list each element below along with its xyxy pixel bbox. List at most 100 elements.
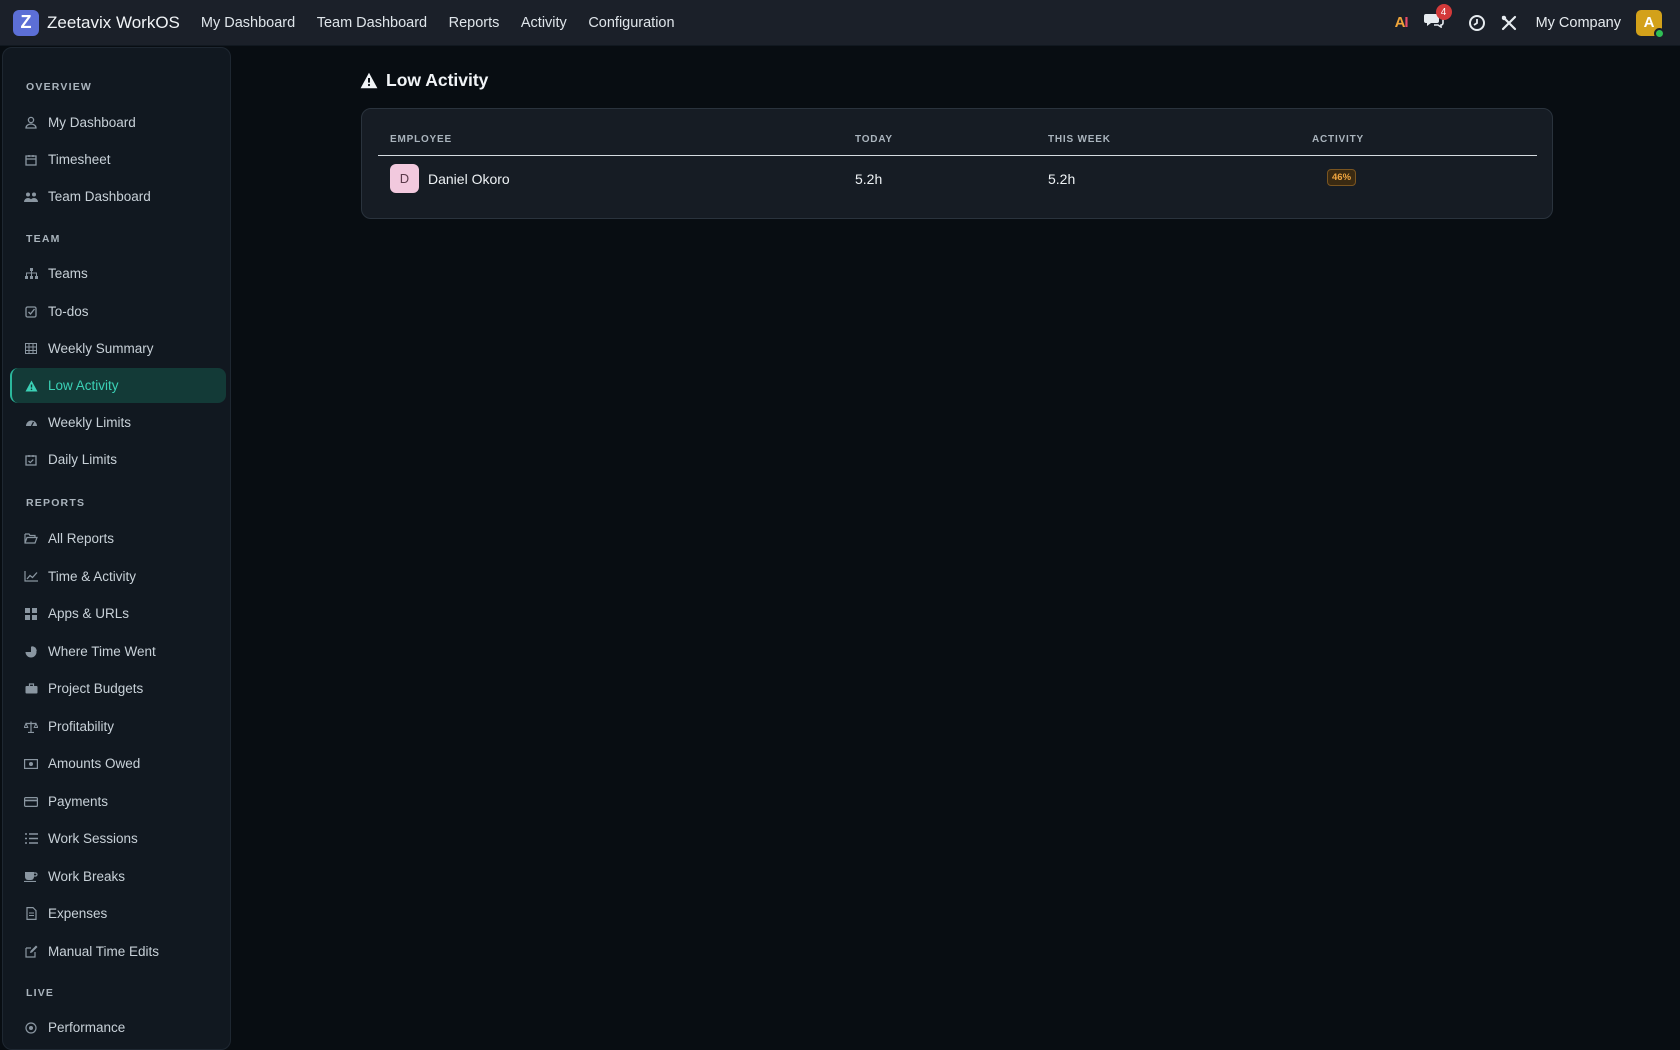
tools-icon: [1501, 15, 1516, 30]
calendar-icon: [24, 153, 38, 167]
low-activity-table: EMPLOYEE TODAY THIS WEEK ACTIVITY D Dani…: [361, 108, 1553, 219]
sidebar-item-label: Amounts Owed: [48, 756, 141, 771]
sidebar-item-project-budgets[interactable]: Project Budgets: [10, 671, 226, 706]
sidebar-item-label: Profitability: [48, 719, 115, 734]
sidebar-item-label: Teams: [48, 266, 88, 281]
today-hours: 5.2h: [855, 171, 883, 187]
sidebar-item-profitability[interactable]: Profitability: [10, 709, 226, 744]
column-header-today[interactable]: TODAY: [855, 134, 893, 145]
sidebar-item-label: Weekly Summary: [48, 341, 154, 356]
sidebar-item-performance[interactable]: Performance: [10, 1010, 226, 1045]
nav-reports[interactable]: Reports: [449, 15, 500, 31]
gauge-icon: [24, 416, 38, 430]
pie-chart-icon: [24, 645, 38, 659]
section-label-reports: REPORTS: [26, 497, 86, 509]
sidebar-item-label: Low Activity: [48, 378, 119, 393]
list-icon: [24, 832, 38, 846]
page-title: Low Activity: [360, 70, 488, 91]
sidebar-item-time-activity[interactable]: Time & Activity: [10, 559, 226, 594]
sidebar-item-amounts-owed[interactable]: Amounts Owed: [10, 746, 226, 781]
brand[interactable]: Z Zeetavix WorkOS: [13, 9, 180, 36]
sidebar-item-label: My Dashboard: [48, 115, 136, 130]
employee-avatar: D: [390, 164, 419, 193]
coffee-icon: [24, 870, 38, 884]
sidebar-item-label: Project Budgets: [48, 681, 144, 696]
chat-badge: 4: [1435, 4, 1452, 20]
sidebar-item-timesheet[interactable]: Timesheet: [10, 142, 226, 177]
edit-icon: [24, 945, 38, 959]
warning-icon: [24, 379, 38, 393]
sidebar-item-payments[interactable]: Payments: [10, 784, 226, 819]
column-header-activity[interactable]: ACTIVITY: [1312, 134, 1364, 145]
file-icon: [24, 907, 38, 921]
company-selector[interactable]: My Company: [1536, 15, 1621, 31]
app-logo-icon: Z: [13, 9, 39, 36]
money-icon: [24, 757, 38, 771]
sidebar-item-label: Payments: [48, 794, 109, 809]
sidebar-item-label: Work Sessions: [48, 831, 138, 846]
sidebar-item-my-dashboard[interactable]: My Dashboard: [10, 105, 226, 140]
sidebar-item-work-breaks[interactable]: Work Breaks: [10, 859, 226, 894]
table-icon: [24, 342, 38, 356]
sidebar: OVERVIEW My Dashboard Timesheet Team Das…: [2, 47, 231, 1050]
sidebar-item-weekly-limits[interactable]: Weekly Limits: [10, 405, 226, 440]
ai-icon[interactable]: AI: [1395, 14, 1409, 31]
sitemap-icon: [24, 267, 38, 281]
warning-icon: [360, 72, 378, 89]
sidebar-item-teams[interactable]: Teams: [10, 256, 226, 291]
table-row[interactable]: D Daniel Okoro 5.2h 5.2h 46%: [378, 156, 1537, 206]
sidebar-item-todos[interactable]: To-dos: [10, 294, 226, 329]
sidebar-item-label: Where Time Went: [48, 644, 156, 659]
nav-activity[interactable]: Activity: [521, 15, 567, 31]
avatar-letter: A: [1643, 14, 1655, 31]
sidebar-item-work-sessions[interactable]: Work Sessions: [10, 821, 226, 856]
credit-card-icon: [24, 795, 38, 809]
sidebar-item-all-reports[interactable]: All Reports: [10, 521, 226, 556]
sidebar-item-label: Expenses: [48, 906, 108, 921]
column-header-this-week[interactable]: THIS WEEK: [1048, 134, 1111, 145]
user-icon: [24, 116, 38, 130]
nav-my-dashboard[interactable]: My Dashboard: [201, 15, 295, 31]
sidebar-item-label: Performance: [48, 1020, 126, 1035]
scale-icon: [24, 720, 38, 734]
sidebar-item-label: Apps & URLs: [48, 606, 130, 621]
top-right-tools: AI 4 My Company A: [1395, 4, 1665, 39]
line-chart-icon: [24, 570, 38, 584]
chat-button[interactable]: 4: [1423, 4, 1452, 33]
clock-button[interactable]: [1468, 14, 1486, 32]
sidebar-item-team-dashboard[interactable]: Team Dashboard: [10, 179, 226, 214]
grid-icon: [24, 607, 38, 621]
app-name: Zeetavix WorkOS: [47, 12, 180, 32]
checkbox-icon: [24, 305, 38, 319]
sidebar-item-expenses[interactable]: Expenses: [10, 896, 226, 931]
briefcase-icon: [24, 682, 38, 696]
sidebar-item-low-activity[interactable]: Low Activity: [10, 368, 226, 403]
column-header-employee[interactable]: EMPLOYEE: [390, 134, 452, 145]
tools-button[interactable]: [1500, 14, 1518, 32]
top-nav: My Dashboard Team Dashboard Reports Acti…: [201, 15, 696, 31]
sidebar-item-manual-time-edits[interactable]: Manual Time Edits: [10, 934, 226, 969]
sidebar-item-label: Time & Activity: [48, 569, 137, 584]
sidebar-item-daily-limits[interactable]: Daily Limits: [10, 442, 226, 477]
sidebar-item-label: Manual Time Edits: [48, 944, 160, 959]
users-icon: [24, 190, 38, 204]
sidebar-item-label: Daily Limits: [48, 452, 118, 467]
employee-name[interactable]: Daniel Okoro: [428, 171, 510, 187]
target-icon: [24, 1021, 38, 1035]
sidebar-item-apps-urls[interactable]: Apps & URLs: [10, 596, 226, 631]
main-content: Low Activity EMPLOYEE TODAY THIS WEEK AC…: [233, 46, 1680, 1050]
section-label-live: LIVE: [26, 987, 55, 999]
sidebar-item-where-time-went[interactable]: Where Time Went: [10, 634, 226, 669]
nav-team-dashboard[interactable]: Team Dashboard: [317, 15, 427, 31]
sidebar-item-label: Work Breaks: [48, 869, 126, 884]
folder-open-icon: [24, 532, 38, 546]
clock-icon: [1468, 14, 1485, 31]
section-label-overview: OVERVIEW: [26, 81, 93, 93]
sidebar-item-label: All Reports: [48, 531, 115, 546]
sidebar-item-label: Team Dashboard: [48, 189, 151, 204]
user-avatar[interactable]: A: [1636, 9, 1665, 39]
calendar-check-icon: [24, 453, 38, 467]
sidebar-item-weekly-summary[interactable]: Weekly Summary: [10, 331, 226, 366]
page-title-text: Low Activity: [386, 70, 489, 90]
nav-configuration[interactable]: Configuration: [588, 15, 674, 31]
